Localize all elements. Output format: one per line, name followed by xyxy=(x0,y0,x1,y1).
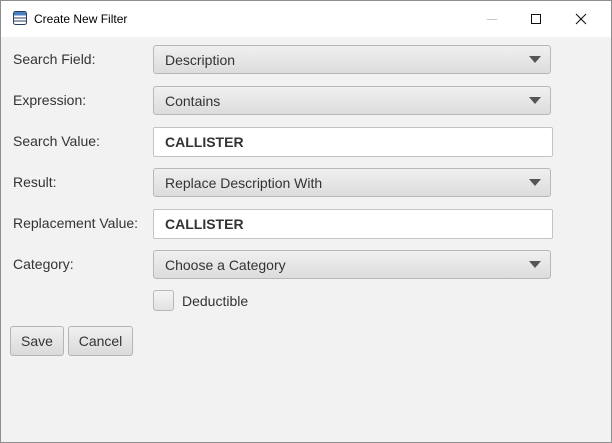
search-field-selected: Description xyxy=(165,52,236,68)
save-button[interactable]: Save xyxy=(10,326,64,356)
expression-dropdown[interactable]: Contains xyxy=(153,86,551,115)
result-dropdown[interactable]: Replace Description With xyxy=(153,168,551,197)
create-new-filter-dialog: Create New Filter Search Field: Descript… xyxy=(0,0,612,443)
search-field-label: Search Field: xyxy=(13,51,96,67)
category-selected: Choose a Category xyxy=(165,257,286,273)
replacement-value-label: Replacement Value: xyxy=(13,215,139,231)
chevron-down-icon xyxy=(529,97,541,104)
chevron-down-icon xyxy=(529,56,541,63)
maximize-icon xyxy=(531,14,541,24)
search-value-input[interactable]: CALLISTER xyxy=(153,127,553,157)
close-icon xyxy=(575,13,587,25)
chevron-down-icon xyxy=(529,179,541,186)
search-field-dropdown[interactable]: Description xyxy=(153,45,551,74)
expression-label: Expression: xyxy=(13,92,87,108)
window-title: Create New Filter xyxy=(34,12,128,26)
deductible-label[interactable]: Deductible xyxy=(182,293,248,309)
minimize-button[interactable] xyxy=(469,1,515,37)
app-window-icon xyxy=(13,11,27,25)
replacement-value-input[interactable]: CALLISTER xyxy=(153,209,553,239)
category-dropdown[interactable]: Choose a Category xyxy=(153,250,551,279)
result-selected: Replace Description With xyxy=(165,175,323,191)
expression-selected: Contains xyxy=(165,93,221,109)
title-bar[interactable]: Create New Filter xyxy=(1,1,611,37)
minimize-icon xyxy=(487,19,497,20)
cancel-button[interactable]: Cancel xyxy=(68,326,133,356)
form-area: Search Field: Description Expression: Co… xyxy=(1,37,611,442)
category-label: Category: xyxy=(13,256,74,272)
replacement-value-text: CALLISTER xyxy=(165,216,244,232)
chevron-down-icon xyxy=(529,261,541,268)
close-button[interactable] xyxy=(558,1,604,37)
deductible-checkbox[interactable] xyxy=(153,290,174,311)
result-label: Result: xyxy=(13,174,57,190)
maximize-button[interactable] xyxy=(513,1,559,37)
search-value-text: CALLISTER xyxy=(165,134,244,150)
search-value-label: Search Value: xyxy=(13,133,100,149)
